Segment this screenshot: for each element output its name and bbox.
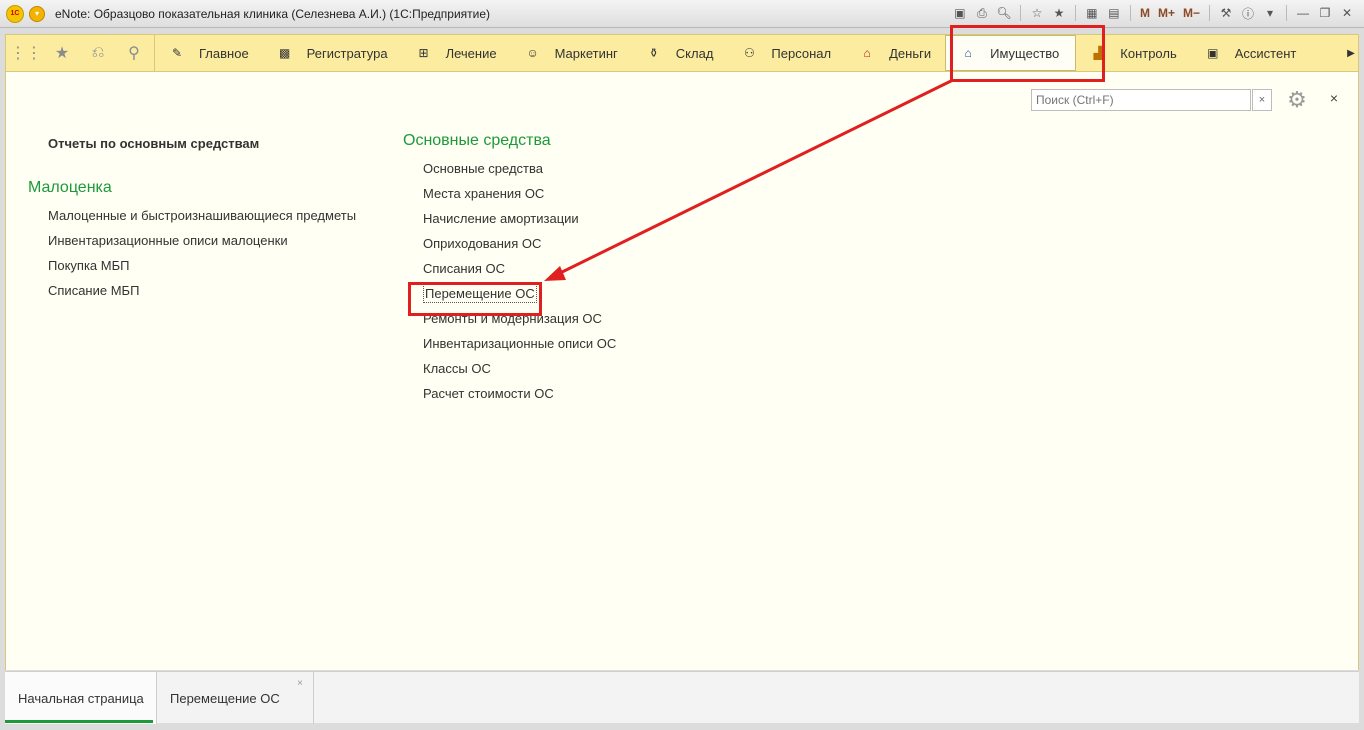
search-input[interactable] [1031, 89, 1251, 111]
save-icon[interactable]: ▣ [951, 4, 969, 22]
history-icon[interactable]: ⎌ [86, 41, 110, 65]
info-icon[interactable]: ⓘ [1239, 4, 1257, 22]
nav-link[interactable]: Покупка МБП [48, 253, 356, 278]
search-icon[interactable]: ⚲ [122, 41, 146, 65]
nav-link[interactable]: Списание МБП [48, 278, 356, 303]
warehouse-icon: ⚱ [648, 46, 659, 60]
tab-close-icon[interactable]: × [297, 678, 303, 689]
group-title-fixed-assets: Основные средства [403, 132, 551, 149]
nav-link[interactable]: Начисление амортизации [423, 206, 616, 231]
calendar-icon[interactable]: ▤ [1105, 4, 1123, 22]
section-marketing[interactable]: ☺ Маркетинг [511, 35, 632, 71]
gear-icon[interactable]: ⚙ [1282, 86, 1312, 114]
separator [1209, 5, 1210, 21]
nav-link[interactable]: Места хранения ОС [423, 181, 616, 206]
chevron-down-icon[interactable]: ▾ [1261, 4, 1279, 22]
app-logo-icon[interactable]: 1C [6, 4, 24, 23]
scroll-right-icon[interactable]: ▶ [1344, 35, 1358, 71]
section-treatment[interactable]: ⊞ Лечение [402, 35, 511, 71]
memory-plus-button[interactable]: M+ [1156, 6, 1177, 20]
nav-link[interactable]: Инвентаризационные описи ОС [423, 331, 616, 356]
quick-access: ⋮⋮ ★ ⎌ ⚲ [6, 35, 155, 71]
print-icon[interactable]: ⎙ [973, 4, 991, 22]
low-value-list: Малоценные и быстроизнашивающиеся предме… [48, 203, 356, 303]
tab-fixed-asset-transfer[interactable]: Перемещение ОС × [157, 672, 314, 724]
separator [1286, 5, 1287, 21]
nav-link[interactable]: Инвентаризационные описи малоценки [48, 228, 356, 253]
section-staff[interactable]: ⚇ Персонал [727, 35, 845, 71]
section-money[interactable]: ⌂ Деньги [845, 35, 945, 71]
restore-icon[interactable]: ❐ [1316, 4, 1334, 22]
section-assistant[interactable]: ▣ Ассистент [1191, 35, 1311, 71]
annotation-highlight-tab [950, 25, 1105, 82]
section-label: Регистратура [306, 45, 388, 61]
nav-link[interactable]: Оприходования ОС [423, 231, 616, 256]
left-column: Отчеты по основным средствам Малоценка М… [28, 136, 356, 303]
separator [1129, 5, 1131, 21]
nav-link[interactable]: Расчет стоимости ОС [423, 381, 616, 406]
section-label: Контроль [1120, 45, 1177, 61]
section-label: Лечение [445, 45, 497, 61]
tab-home-page[interactable]: Начальная страница [5, 672, 157, 724]
favorites-icon[interactable]: ★ [50, 41, 74, 65]
favorites-add-icon[interactable]: ☆ [1028, 4, 1046, 22]
section-content: × ⚙ × Отчеты по основным средствам Малоц… [5, 72, 1359, 670]
nav-link[interactable]: Классы ОС [423, 356, 616, 381]
marketing-icon: ☺ [526, 46, 539, 60]
section-label: Маркетинг [554, 45, 618, 61]
window-title: eNote: Образцово показательная клиника (… [55, 6, 491, 21]
registry-icon: ▩ [279, 46, 291, 60]
section-panel: ⋮⋮ ★ ⎌ ⚲ ✎ Главное ▩ Регистратура ⊞ Лечение… [5, 34, 1359, 72]
title-toolbar: ▣ ⎙ 🔍︎ ☆ ★ ▦ ▤ M M+ M− ⚒ ⓘ ▾ — ❐ ✕ [951, 4, 1356, 22]
preview-icon[interactable]: 🔍︎ [995, 4, 1013, 22]
memory-button[interactable]: M [1138, 6, 1152, 20]
section-label: Деньги [889, 45, 932, 61]
tools-icon[interactable]: ⚒ [1217, 4, 1235, 22]
section-main[interactable]: ✎ Главное [155, 35, 263, 71]
tab-label: Начальная страница [18, 690, 144, 706]
minimize-icon[interactable]: — [1294, 4, 1312, 22]
nav-link[interactable]: Основные средства [423, 156, 616, 181]
nav-link[interactable]: Списания ОС [423, 256, 616, 281]
calculator-icon[interactable]: ▦ [1083, 4, 1101, 22]
separator [1019, 5, 1021, 21]
middle-column: Основные средства Основные средства Мест… [403, 132, 616, 406]
open-windows-bar: Начальная страница Перемещение ОС × [5, 671, 1359, 724]
nav-link[interactable]: Малоценные и быстроизнашивающиеся предме… [48, 203, 356, 228]
section-label: Ассистент [1234, 45, 1297, 61]
favorites-icon[interactable]: ★ [1050, 4, 1068, 22]
money-icon: ⌂ [863, 46, 871, 60]
close-icon[interactable]: × [1326, 90, 1342, 106]
main-menu-icon[interactable]: ▾ [29, 5, 45, 22]
all-functions-icon[interactable]: ⋮⋮ [10, 41, 42, 65]
fixed-assets-list: Основные средства Места хранения ОС Начи… [423, 156, 616, 406]
group-title-low-value: Малоценка [28, 179, 112, 196]
assistant-icon: ▣ [1207, 46, 1219, 60]
reports-link[interactable]: Отчеты по основным средствам [48, 136, 356, 151]
title-bar: 1C ▾ eNote: Образцово показательная клин… [0, 0, 1364, 28]
section-label: Главное [199, 45, 249, 61]
section-label: Склад [675, 45, 714, 61]
tab-label: Перемещение ОС [170, 690, 280, 706]
section-registry[interactable]: ▩ Регистратура [263, 35, 402, 71]
close-window-icon[interactable]: ✕ [1338, 4, 1356, 22]
treatment-icon: ⊞ [418, 46, 429, 60]
memory-minus-button[interactable]: M− [1181, 6, 1202, 20]
pencil-icon: ✎ [171, 46, 183, 60]
search-clear-button[interactable]: × [1252, 89, 1272, 111]
staff-icon: ⚇ [744, 46, 755, 60]
section-warehouse[interactable]: ⚱ Склад [632, 35, 728, 71]
annotation-highlight-item [408, 282, 542, 316]
section-label: Персонал [771, 45, 832, 61]
separator [1074, 5, 1076, 21]
